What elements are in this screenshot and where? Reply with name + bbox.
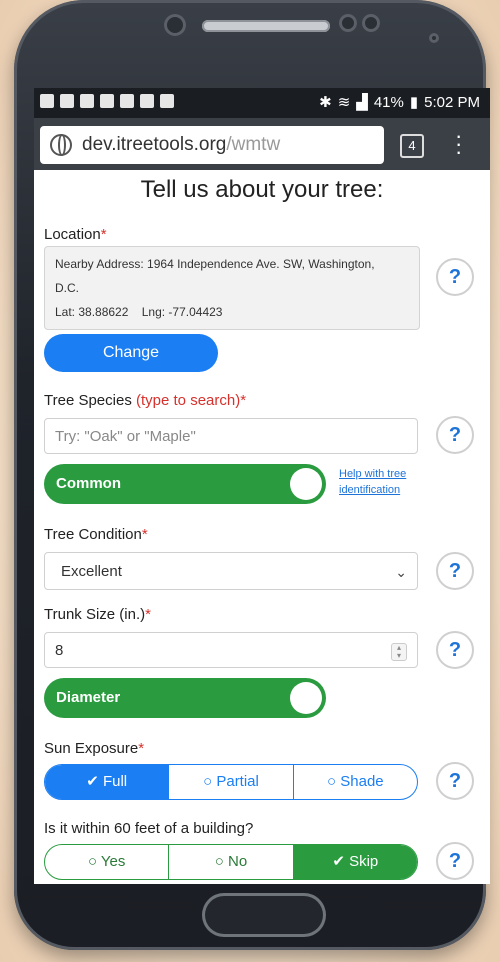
toggle-knob: [290, 468, 322, 500]
home-icon: [160, 94, 174, 108]
tree-id-help-link[interactable]: Help with tree identification: [339, 466, 406, 498]
condition-label: Tree Condition*: [44, 526, 148, 543]
building-option-yes[interactable]: ○ Yes: [45, 845, 168, 879]
common-name-toggle[interactable]: Common: [44, 464, 326, 504]
mail-icon: [40, 94, 54, 108]
home-button[interactable]: [202, 893, 326, 937]
sun-option-full[interactable]: ✔ Full: [45, 765, 169, 799]
condition-select[interactable]: Excellent ⌄: [44, 552, 418, 590]
latlng-text: Lat: 38.88622 Lng: -77.04423: [55, 305, 223, 319]
sun-help-button[interactable]: ?: [436, 762, 474, 800]
building-selector: ○ Yes ○ No ✔ Skip: [44, 844, 418, 880]
signal-icon: ▟: [356, 94, 368, 111]
globe-icon: [50, 134, 72, 156]
battery-percent: 41%: [373, 93, 404, 111]
trunk-label: Trunk Size (in.)*: [44, 606, 151, 623]
species-label: Tree Species (type to search)*: [44, 392, 247, 409]
battery-icon: ▮: [409, 94, 419, 111]
building-help-button[interactable]: ?: [436, 842, 474, 880]
form-content: Tell us about your tree: Location* Nearb…: [34, 170, 490, 884]
number-spinner-icon[interactable]: ▴ ▾: [391, 643, 407, 661]
image-icon: [140, 94, 154, 108]
led-indicator-icon: [429, 33, 439, 43]
front-camera-icon: [164, 14, 186, 36]
wifi-icon: ≋: [337, 94, 351, 111]
sensor-icon: [339, 14, 357, 32]
change-location-button[interactable]: Change: [44, 334, 218, 372]
chevron-down-icon: ⌄: [395, 564, 407, 580]
building-option-no[interactable]: ○ No: [168, 845, 292, 879]
trunk-size-input[interactable]: 8 ▴ ▾: [44, 632, 418, 668]
building-option-skip[interactable]: ✔ Skip: [292, 845, 417, 879]
species-help-button[interactable]: ?: [436, 416, 474, 454]
screen: ✱ ≋ ▟ 41% ▮ 5:02 PM dev.itreetools.org/w…: [34, 88, 490, 884]
toggle-knob: [290, 682, 322, 714]
sun-exposure-selector: ✔ Full ○ Partial ○ Shade: [44, 764, 418, 800]
notification-icons: [40, 94, 174, 108]
sun-option-shade[interactable]: ○ Shade: [292, 765, 417, 799]
cloud-icon: [120, 94, 134, 108]
location-display: Nearby Address: 1964 Independence Ave. S…: [44, 246, 420, 330]
chat-icon: [60, 94, 74, 108]
tab-switcher-button[interactable]: 4: [400, 134, 424, 158]
system-status: ✱ ≋ ▟ 41% ▮ 5:02 PM: [319, 93, 480, 112]
address-text: Nearby Address: 1964 Independence Ave. S…: [55, 257, 375, 271]
trunk-help-button[interactable]: ?: [436, 631, 474, 669]
sun-option-partial[interactable]: ○ Partial: [168, 765, 292, 799]
image-icon: [100, 94, 114, 108]
page-title: Tell us about your tree:: [140, 176, 384, 203]
toggle-label: Common: [56, 475, 121, 492]
bluetooth-icon: ✱: [319, 94, 332, 111]
address-text-cont: D.C.: [55, 281, 79, 295]
browser-toolbar: dev.itreetools.org/wmtw 4 · · ·: [34, 118, 490, 170]
address-bar[interactable]: dev.itreetools.org/wmtw: [40, 126, 384, 164]
location-help-button[interactable]: ?: [436, 258, 474, 296]
status-bar: ✱ ≋ ▟ 41% ▮ 5:02 PM: [34, 88, 490, 118]
url-text: dev.itreetools.org/wmtw: [82, 134, 281, 155]
clock: 5:02 PM: [424, 93, 480, 111]
building-label: Is it within 60 feet of a building?: [44, 820, 254, 837]
sun-exposure-label: Sun Exposure*: [44, 740, 145, 757]
sensor-icon: [362, 14, 380, 32]
species-search-input[interactable]: Try: "Oak" or "Maple": [44, 418, 418, 454]
condition-help-button[interactable]: ?: [436, 552, 474, 590]
diameter-toggle[interactable]: Diameter: [44, 678, 326, 718]
location-label: Location*: [44, 226, 107, 243]
toggle-label: Diameter: [56, 689, 121, 706]
earpiece-speaker: [202, 20, 330, 32]
more-vert-icon[interactable]: · · ·: [455, 125, 462, 163]
calendar-icon: [80, 94, 94, 108]
